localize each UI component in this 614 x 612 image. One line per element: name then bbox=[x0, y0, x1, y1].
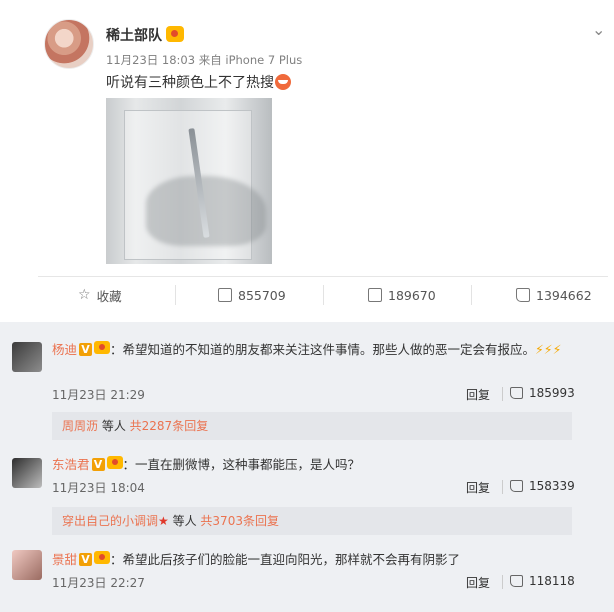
comment-text: ：希望此后孩子们的脸能一直迎向阳光，那样就不会再有阴影了 bbox=[110, 552, 461, 567]
verified-icon: V bbox=[79, 343, 93, 356]
reply-button[interactable]: 回复 bbox=[466, 386, 490, 403]
post-text: 听说有三种颜色上不了热搜 bbox=[106, 72, 291, 92]
comment-like-button[interactable]: 185993 bbox=[510, 386, 575, 400]
replies-total[interactable]: 共3703条回复 bbox=[200, 514, 279, 528]
comment-username[interactable]: 景甜 bbox=[52, 552, 77, 567]
replies-mid: 等人 bbox=[98, 419, 130, 433]
comment-count: 189670 bbox=[388, 287, 436, 303]
verified-icon: V bbox=[91, 458, 105, 471]
comment-like-count: 158339 bbox=[529, 479, 575, 493]
favorite-button[interactable]: ☆ 收藏 bbox=[78, 277, 122, 313]
comment-time: 11月23日 22:27 bbox=[52, 576, 145, 590]
chevron-down-icon[interactable]: ⌄ bbox=[592, 20, 605, 39]
repost-icon bbox=[218, 288, 232, 302]
emoji-icon bbox=[275, 74, 291, 90]
comment-like-button[interactable]: 118118 bbox=[510, 574, 575, 588]
vip-icon bbox=[94, 551, 111, 564]
thumbs-up-icon bbox=[510, 480, 523, 492]
star-icon: ☆ bbox=[78, 287, 91, 303]
thumbs-up-icon bbox=[510, 387, 523, 399]
replies-total[interactable]: 共2287条回复 bbox=[130, 419, 209, 433]
replies-summary[interactable]: 周周沥 等人 共2287条回复 bbox=[52, 412, 572, 440]
comment-list: 杨迪 V ：希望知道的不知道的朋友都来关注这件事情。那些人做的恶一定会有报应。⚡⚡⚡… bbox=[0, 322, 614, 612]
verified-icon: V bbox=[79, 553, 93, 566]
comment-like-count: 118118 bbox=[529, 574, 575, 588]
post-image[interactable] bbox=[106, 98, 272, 264]
avatar[interactable] bbox=[12, 342, 42, 372]
post-text-content: 听说有三种颜色上不了热搜 bbox=[106, 75, 274, 91]
comment-like-button[interactable]: 158339 bbox=[510, 479, 575, 493]
replies-user[interactable]: 穿出自己的小调调 bbox=[62, 514, 158, 528]
divider bbox=[175, 285, 176, 305]
comment-time: 11月23日 21:29 bbox=[52, 388, 145, 402]
post-meta: 11月23日 18:03 来自 iPhone 7 Plus bbox=[106, 53, 303, 67]
comment-button[interactable]: 189670 bbox=[368, 277, 436, 313]
lightning-icon: ⚡⚡⚡ bbox=[535, 342, 562, 357]
comment-body: 景甜 V ：希望此后孩子们的脸能一直迎向阳光，那样就不会再有阴影了 bbox=[52, 550, 582, 570]
author-avatar[interactable] bbox=[44, 19, 94, 69]
reply-button[interactable]: 回复 bbox=[466, 479, 490, 496]
repost-count: 855709 bbox=[238, 287, 286, 303]
avatar[interactable] bbox=[12, 550, 42, 580]
replies-user[interactable]: 周周沥 bbox=[62, 419, 98, 433]
vip-badge-icon bbox=[166, 26, 184, 42]
reply-button[interactable]: 回复 bbox=[466, 574, 490, 591]
divider bbox=[323, 285, 324, 305]
comment-time: 11月23日 18:04 bbox=[52, 481, 145, 495]
avatar[interactable] bbox=[12, 458, 42, 488]
divider bbox=[471, 285, 472, 305]
comment-body: 杨迪 V ：希望知道的不知道的朋友都来关注这件事情。那些人做的恶一定会有报应。⚡⚡⚡ bbox=[52, 340, 582, 360]
repost-button[interactable]: 855709 bbox=[218, 277, 286, 313]
vip-icon bbox=[106, 456, 123, 469]
vip-icon bbox=[94, 341, 111, 354]
like-button[interactable]: 1394662 bbox=[516, 277, 592, 313]
replies-mid: 等人 bbox=[168, 514, 201, 528]
replies-summary[interactable]: 穿出自己的小调调★ 等人 共3703条回复 bbox=[52, 507, 572, 535]
thumbs-up-icon bbox=[510, 575, 523, 587]
comment-text: ：希望知道的不知道的朋友都来关注这件事情。那些人做的恶一定会有报应。 bbox=[110, 342, 536, 357]
action-bar: ☆ 收藏 855709 189670 1394662 bbox=[38, 276, 608, 312]
comment-username[interactable]: 杨迪 bbox=[52, 342, 77, 357]
star-icon: ★ bbox=[158, 514, 169, 528]
comment-username[interactable]: 东浩君 bbox=[52, 457, 90, 472]
weibo-post: 稀土部队 ⌄ 11月23日 18:03 来自 iPhone 7 Plus 听说有… bbox=[0, 0, 614, 322]
like-count: 1394662 bbox=[536, 287, 592, 303]
comment-icon bbox=[368, 288, 382, 302]
comment-text: ：一直在删微博，这种事都能压，是人吗？ bbox=[122, 457, 361, 472]
favorite-label: 收藏 bbox=[96, 288, 122, 304]
comment-body: 东浩君 V ：一直在删微博，这种事都能压，是人吗？ bbox=[52, 455, 582, 475]
comment-like-count: 185993 bbox=[529, 386, 575, 400]
thumbs-up-icon bbox=[516, 288, 530, 302]
author-name[interactable]: 稀土部队 bbox=[106, 25, 162, 45]
